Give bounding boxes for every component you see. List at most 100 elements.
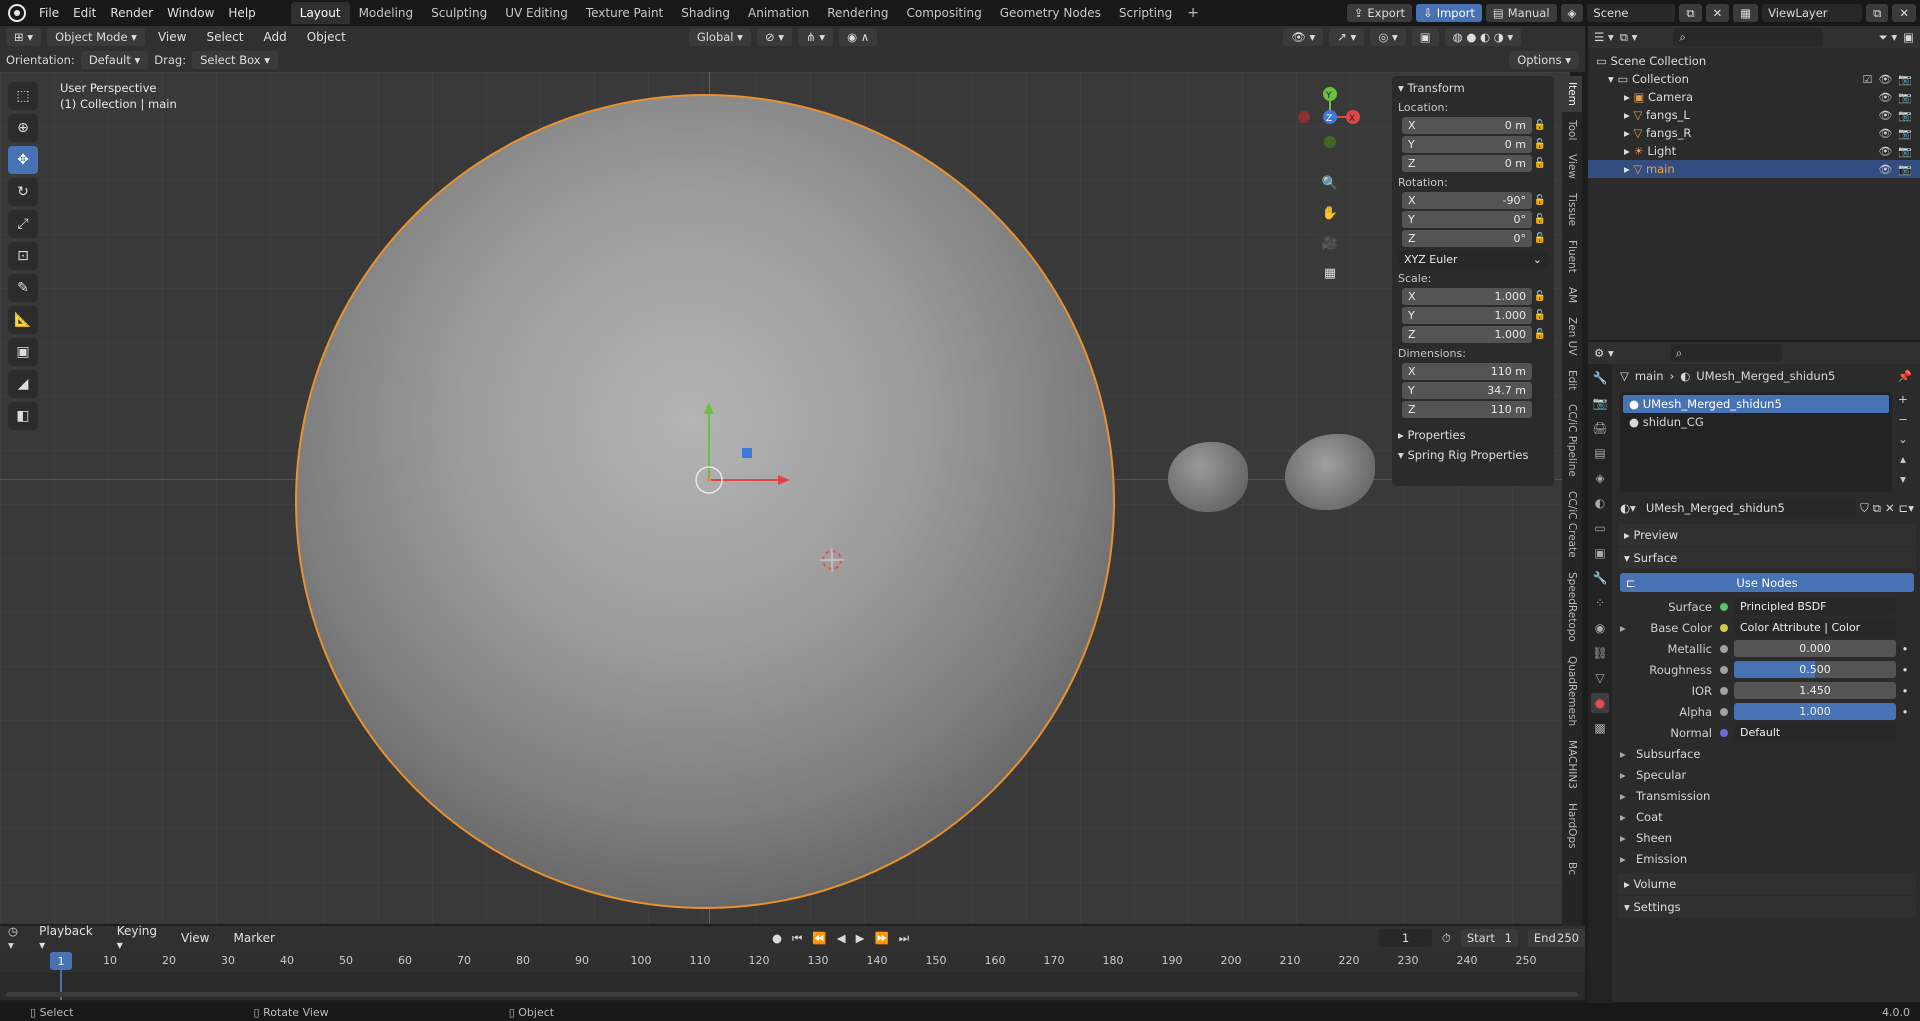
eye-icon[interactable]: 👁 (1878, 109, 1892, 122)
sidebar-tab-cc-pipeline[interactable]: CC/iC Pipeline (1566, 398, 1578, 483)
properties-subpanel-header[interactable]: ▸ Properties (1398, 425, 1548, 445)
preview-section[interactable]: ▸ Preview (1618, 524, 1916, 546)
add-cube-tool-icon[interactable]: ▣ (8, 338, 38, 366)
camera-view-icon[interactable]: 🎥 (1317, 230, 1343, 256)
expand-icon[interactable]: ▸ (1624, 162, 1633, 176)
import-button[interactable]: ⇩ Import (1416, 4, 1482, 22)
sidebar-tab-machin3[interactable]: MACHIN3 (1566, 734, 1578, 795)
rotation-x-row[interactable]: X -90° 🔓 (1398, 191, 1548, 210)
camera-icon[interactable]: 📷 (1898, 109, 1912, 122)
pan-hand-icon[interactable]: ✋ (1317, 200, 1343, 226)
object-tab-icon[interactable]: ▣ (1591, 543, 1609, 563)
menu-window[interactable]: Window (160, 6, 221, 20)
pivot-icon[interactable]: ⊘ ▾ (756, 28, 793, 46)
lock-icon[interactable]: 🔓 (1532, 195, 1548, 206)
vector-socket-icon[interactable] (1720, 728, 1728, 737)
gizmo-axis-neg-x[interactable] (1298, 111, 1310, 123)
shear-tool-icon[interactable]: ◢ (8, 370, 38, 398)
timeline-scrollbar[interactable] (6, 992, 1578, 997)
particles-tab-icon[interactable]: ⁘ (1591, 593, 1609, 613)
manual-button[interactable]: ▤ Manual (1485, 4, 1557, 22)
drag-dropdown[interactable]: Select Box ▾ (192, 51, 279, 69)
outliner-editor-icon[interactable]: ☰ ▾ (1594, 30, 1614, 44)
menu-file[interactable]: File (32, 6, 66, 20)
transform-orientation-dropdown[interactable]: Global ▾ (688, 28, 751, 46)
fangs-l-mesh[interactable] (1168, 442, 1248, 512)
transform-header[interactable]: ▾ Transform (1398, 78, 1548, 98)
material-name-field[interactable]: UMesh_Merged_shidun5 (1639, 499, 1857, 517)
eye-icon[interactable]: 👁 (1878, 91, 1892, 104)
node-icon[interactable]: ⊏▾ (1899, 501, 1914, 515)
sidebar-tab-item[interactable]: Item (1562, 76, 1582, 112)
material-tab-icon[interactable]: ● (1591, 693, 1609, 713)
rotation-mode-dropdown[interactable]: XYZ Euler ⌄ (1398, 250, 1548, 269)
sidebar-tab-cc-create[interactable]: CC/iC Create (1566, 485, 1578, 564)
eye-icon[interactable]: 👁 (1878, 127, 1892, 140)
camera-icon[interactable]: 📷 (1898, 145, 1912, 158)
expand-icon[interactable]: ▾ (1608, 72, 1617, 86)
mode-dropdown[interactable]: Object Mode ▾ (47, 28, 145, 46)
rotation-y-row[interactable]: Y 0° 🔓 (1398, 210, 1548, 229)
outliner-item-light[interactable]: ▸ ☀ Light 👁 📷 (1588, 142, 1920, 160)
auto-key-icon[interactable]: ● (772, 931, 782, 945)
location-y-row[interactable]: Y0 m 🔓 (1398, 135, 1548, 154)
fake-user-icon[interactable]: ⛉ (1860, 501, 1869, 516)
export-button[interactable]: ⇪ Export (1346, 4, 1413, 22)
start-frame-field[interactable]: Start 1 (1460, 929, 1518, 947)
roughness-slider[interactable]: 0.500 (1734, 661, 1896, 678)
sidebar-tab-fluent[interactable]: Fluent (1566, 234, 1578, 279)
eye-icon[interactable]: 👁 (1878, 145, 1892, 158)
timeline-editor-icon[interactable]: ◷ ▾ (8, 924, 22, 952)
camera-icon[interactable]: 📷 (1898, 127, 1912, 140)
playback-menu[interactable]: Playback ▾ (32, 924, 100, 952)
constraints-tab-icon[interactable]: ⛓ (1591, 643, 1609, 663)
proportional-edit-icon[interactable]: ◉ ∧ (839, 28, 878, 46)
camera-icon[interactable]: 📷 (1898, 163, 1912, 176)
tab-rendering[interactable]: Rendering (818, 2, 897, 24)
tab-modeling[interactable]: Modeling (350, 2, 423, 24)
unlink-material-icon[interactable]: ✕ (1885, 501, 1895, 515)
subsection-subsurface[interactable]: ▸ Subsurface (1614, 743, 1920, 764)
collection-row[interactable]: ▾ ▭ Collection ☑ 👁 📷 (1588, 70, 1920, 88)
view-layer-field[interactable]: ViewLayer (1762, 4, 1863, 22)
ortho-grid-icon[interactable]: ▦ (1317, 260, 1343, 286)
value-socket-icon[interactable] (1720, 707, 1728, 716)
lock-icon[interactable]: 🔓 (1532, 329, 1548, 340)
properties-search-input[interactable]: ⌕ (1669, 344, 1782, 362)
ior-field[interactable]: 1.450 (1734, 682, 1896, 699)
lock-icon[interactable]: 🔓 (1532, 139, 1548, 150)
sidebar-tab-quadremesh[interactable]: QuadRemesh (1566, 650, 1578, 732)
move-up-icon[interactable]: ▴ (1900, 452, 1906, 466)
options-dropdown[interactable]: Options ▾ (1509, 51, 1579, 69)
normal-field[interactable]: Default (1734, 724, 1896, 741)
texture-tab-icon[interactable]: ▩ (1591, 718, 1609, 738)
view-layer-icon[interactable]: ▦ (1733, 4, 1759, 22)
dimensions-x-row[interactable]: X 110 m (1398, 362, 1548, 381)
subsection-specular[interactable]: ▸ Specular (1614, 764, 1920, 785)
keying-menu[interactable]: Keying ▾ (110, 924, 164, 952)
dimensions-z-row[interactable]: Z 110 m (1398, 400, 1548, 419)
gizmo-y-head[interactable] (704, 402, 714, 414)
dimensions-y-row[interactable]: Y 34.7 m (1398, 381, 1548, 400)
keyframe-dot-icon[interactable]: • (1896, 663, 1914, 677)
checkbox-icon[interactable]: ☑ (1862, 73, 1872, 86)
eye-icon[interactable]: 👁 (1878, 163, 1892, 176)
data-tab-icon[interactable]: ▽ (1591, 668, 1609, 688)
viewport-menu-add[interactable]: Add (256, 30, 293, 44)
viewport-menu-select[interactable]: Select (199, 30, 250, 44)
move-down-icon[interactable]: ▾ (1900, 472, 1906, 486)
measure-tool-icon[interactable]: 📐 (8, 306, 38, 334)
shader-socket-icon[interactable] (1720, 602, 1728, 611)
tab-uv-editing[interactable]: UV Editing (496, 2, 577, 24)
surface-section[interactable]: ▾ Surface (1618, 547, 1916, 569)
value-socket-icon[interactable] (1720, 665, 1728, 674)
delete-view-layer-icon[interactable]: ✕ (1892, 4, 1916, 22)
play-reverse-icon[interactable]: ◀ (837, 931, 846, 945)
pin-icon[interactable]: 📌 (1898, 369, 1912, 383)
outliner-item-main[interactable]: ▸ ▽ main 👁 📷 (1588, 160, 1920, 178)
viewport-menu-view[interactable]: View (151, 30, 193, 44)
lock-icon[interactable]: 🔓 (1532, 233, 1548, 244)
surface-shader-field[interactable]: Principled BSDF (1734, 598, 1896, 615)
color-socket-icon[interactable] (1720, 623, 1728, 632)
sidebar-tab-speedretopo[interactable]: SpeedRetopo (1566, 566, 1578, 648)
